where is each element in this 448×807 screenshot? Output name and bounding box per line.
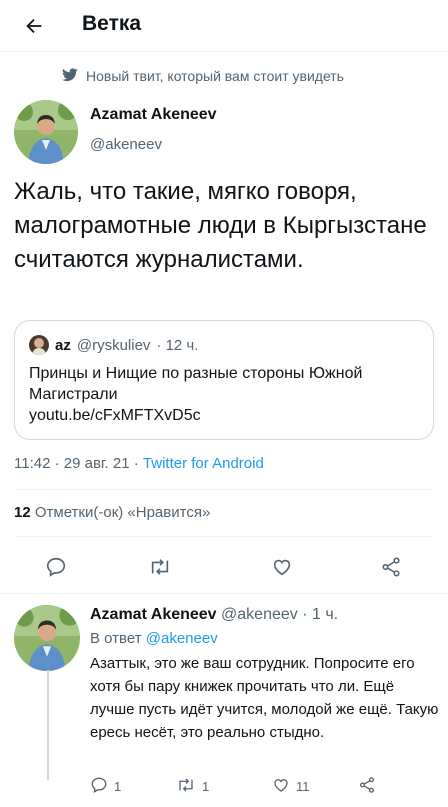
likes-label: Отметки(-ок) «Нравится» — [30, 504, 211, 521]
quoted-tweet-header: az @ryskuliev · 12 ч. — [29, 335, 198, 355]
divider — [14, 536, 434, 537]
reply-retweet-button[interactable]: 1 — [176, 776, 209, 797]
quoted-time: · 12 ч. — [156, 336, 199, 354]
thread-line — [47, 670, 49, 780]
tweet-source[interactable]: Twitter for Android — [143, 455, 264, 472]
reply-to-handle[interactable]: @akeneev — [146, 630, 218, 647]
share-icon — [358, 776, 376, 797]
quoted-avatar — [29, 335, 49, 355]
like-count: 11 — [296, 779, 310, 794]
promo-text: Новый твит, который вам стоит увидеть — [86, 68, 344, 84]
reply-handle-time: @akeneev · 1 ч. — [216, 606, 339, 623]
top-bar: Ветка — [0, 0, 448, 52]
reply-header: Azamat Akeneev @akeneev · 1 ч. — [90, 606, 338, 624]
tweet-timestamp: 11:42 · 29 авг. 21 · — [14, 455, 143, 472]
reply-reply-button[interactable]: 1 — [90, 776, 121, 797]
page-title: Ветка — [82, 12, 142, 35]
quoted-author-name: az — [55, 336, 71, 354]
quoted-author-handle: @ryskuliev — [76, 336, 151, 354]
reply-icon — [90, 776, 108, 797]
quoted-tweet-text: Принцы и Нищие по разные стороны Южной М… — [29, 365, 363, 403]
tweet-meta: 11:42 · 29 авг. 21 · Twitter for Android — [14, 455, 264, 472]
reply-author-name[interactable]: Azamat Akeneev — [90, 606, 217, 623]
divider — [14, 489, 434, 490]
like-heart-icon — [272, 776, 290, 797]
quoted-tweet-link[interactable]: youtu.be/cFxMFTXvD5c — [29, 405, 419, 426]
author-name[interactable]: Azamat Akeneev — [90, 106, 217, 124]
promoted-banner: Новый твит, который вам стоит увидеть — [62, 66, 344, 86]
reply-to-line: В ответ @akeneev — [90, 630, 218, 647]
reply-to-prefix: В ответ — [90, 630, 146, 647]
quoted-tweet-card[interactable]: az @ryskuliev · 12 ч. Принцы и Нищие по … — [14, 320, 434, 440]
author-handle[interactable]: @akeneev — [90, 136, 162, 153]
divider — [0, 593, 448, 594]
likes-count: 12 — [14, 504, 31, 521]
likes-summary[interactable]: 12 Отметки(-ок) «Нравится» — [14, 504, 210, 521]
retweet-count: 1 — [202, 779, 210, 794]
twitter-bird-icon — [62, 67, 78, 85]
tweet-text: Жаль, что такие, мягко говоря, малограмо… — [14, 178, 427, 273]
reply-avatar[interactable] — [14, 605, 80, 671]
retweet-icon[interactable] — [144, 551, 176, 583]
share-icon[interactable] — [375, 551, 407, 583]
reply-like-button[interactable]: 11 — [272, 776, 310, 797]
like-heart-icon[interactable] — [266, 551, 298, 583]
quoted-tweet-body: Принцы и Нищие по разные стороны Южной М… — [29, 363, 419, 426]
reply-count: 1 — [114, 779, 122, 794]
reply-text: Азаттык, это же ваш сотрудник. Попросите… — [90, 655, 439, 741]
retweet-icon — [176, 776, 196, 797]
avatar[interactable] — [14, 100, 78, 164]
reply-share-button[interactable] — [358, 776, 376, 797]
reply-icon[interactable] — [40, 551, 72, 583]
back-arrow-icon[interactable] — [18, 10, 50, 42]
